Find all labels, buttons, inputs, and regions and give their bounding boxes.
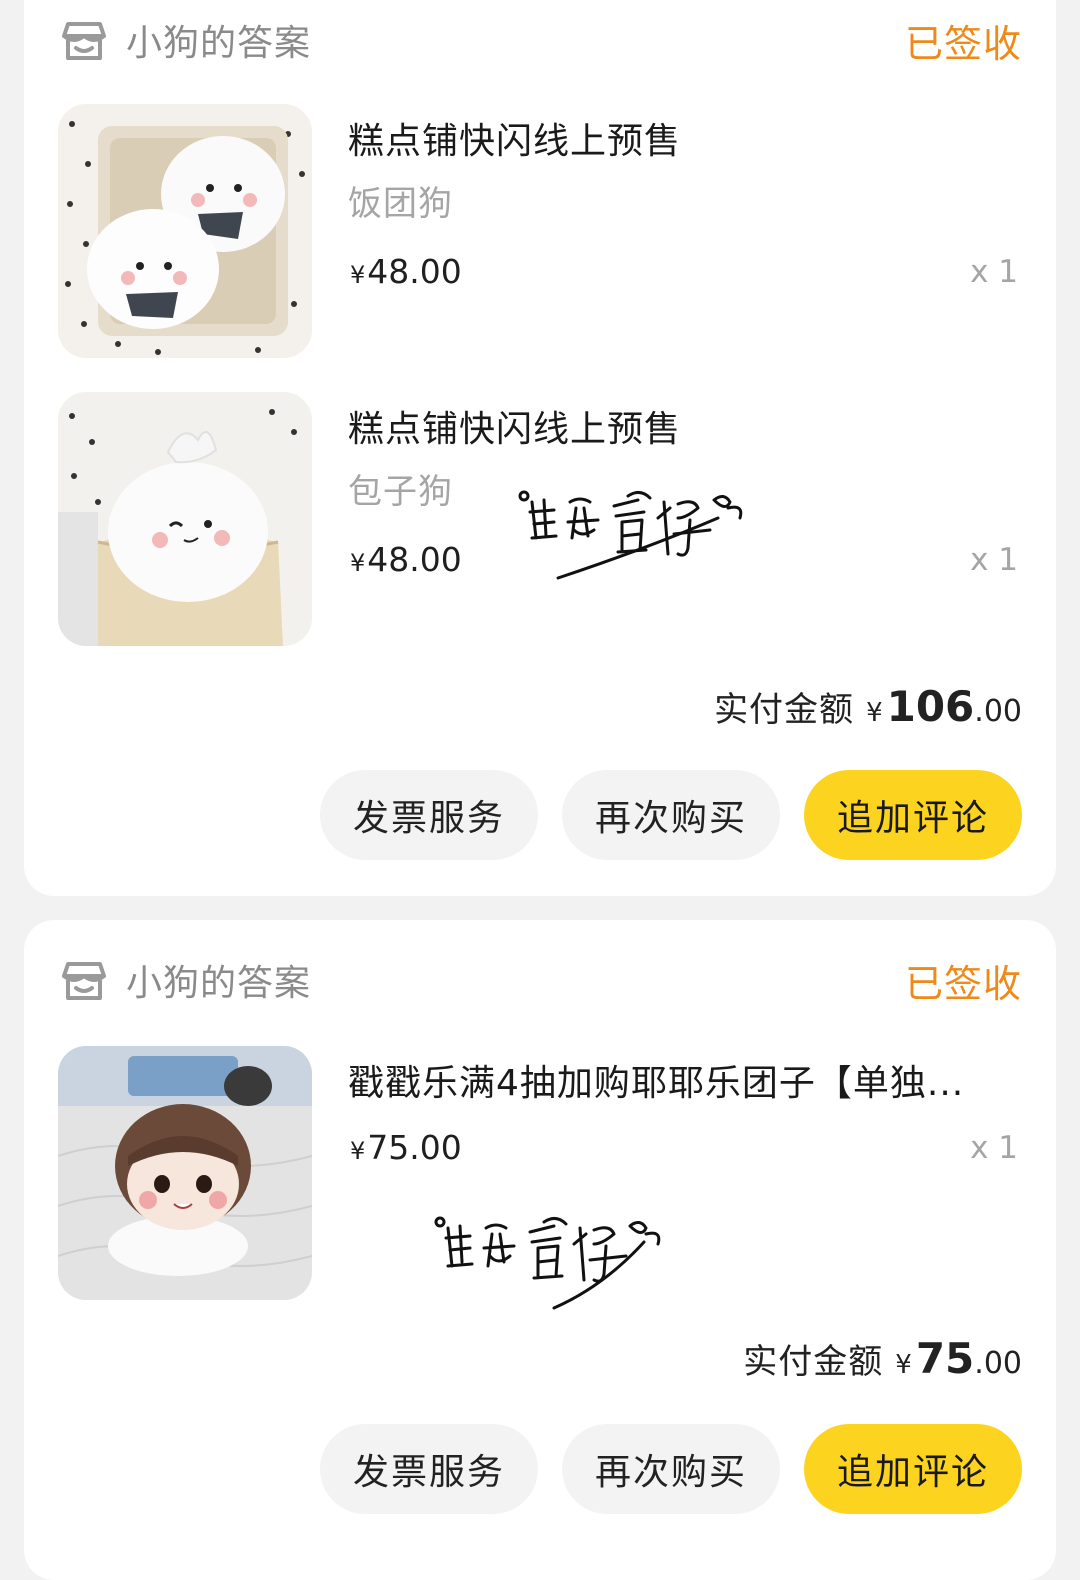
item-variant: 包子狗 — [348, 472, 453, 512]
add-review-button[interactable]: 追加评论 — [804, 770, 1022, 860]
invoice-service-button[interactable]: 发票服务 — [320, 1424, 538, 1514]
shop-icon — [60, 956, 108, 1004]
buy-again-button[interactable]: 再次购买 — [562, 770, 780, 860]
total-amount-decimal: .00 — [974, 1346, 1022, 1381]
order-total: 实付金额 ¥ 75 .00 — [743, 1334, 1022, 1383]
item-quantity: x 1 — [970, 1130, 1018, 1166]
price-value: 75.00 — [367, 1128, 462, 1167]
shop-header[interactable]: 小狗的答案 已签收 — [60, 950, 1022, 1010]
order-card[interactable]: 小狗的答案 已签收 — [24, 920, 1056, 1580]
buy-again-button[interactable]: 再次购买 — [562, 1424, 780, 1514]
price-value: 48.00 — [367, 540, 462, 579]
item-title[interactable]: 戳戳乐满4抽加购耶耶乐团子【单独... — [348, 1054, 1002, 1106]
currency-symbol: ¥ — [350, 1137, 366, 1165]
rice-ball-plush-photo[interactable] — [58, 104, 312, 358]
shop-header[interactable]: 小狗的答案 已签收 — [60, 10, 1022, 70]
item-price: ¥48.00 — [350, 252, 462, 291]
add-review-button[interactable]: 追加评论 — [804, 1424, 1022, 1514]
item-quantity: x 1 — [970, 254, 1018, 290]
item-price: ¥75.00 — [350, 1128, 462, 1167]
shop-icon — [60, 16, 108, 64]
shop-name[interactable]: 小狗的答案 — [126, 954, 311, 1006]
order-status: 已签收 — [904, 21, 1022, 66]
order-item[interactable]: 糕点铺快闪线上预售 包子狗 ¥48.00 x 1 — [58, 392, 1022, 646]
total-amount-integer: 106 — [886, 682, 975, 731]
price-value: 48.00 — [367, 252, 462, 291]
total-amount-decimal: .00 — [974, 694, 1022, 729]
order-actions: 发票服务 再次购买 追加评论 — [320, 1424, 1022, 1514]
order-card[interactable]: 小狗的答案 已签收 — [24, 0, 1056, 896]
steamed-bun-plush-photo[interactable] — [58, 392, 312, 646]
item-title[interactable]: 糕点铺快闪线上预售 — [348, 112, 1002, 164]
order-actions: 发票服务 再次购买 追加评论 — [320, 770, 1022, 860]
invoice-service-button[interactable]: 发票服务 — [320, 770, 538, 860]
item-variant: 饭团狗 — [348, 184, 453, 224]
order-total: 实付金额 ¥ 106 .00 — [714, 682, 1022, 731]
order-item[interactable]: 戳戳乐满4抽加购耶耶乐团子【单独... ¥75.00 x 1 — [58, 1046, 1022, 1300]
total-amount-integer: 75 — [915, 1334, 975, 1383]
currency-symbol: ¥ — [350, 549, 366, 577]
currency-symbol: ¥ — [350, 261, 366, 289]
item-price: ¥48.00 — [350, 540, 462, 579]
order-item[interactable]: 糕点铺快闪线上预售 饭团狗 ¥48.00 x 1 — [58, 104, 1022, 358]
item-title[interactable]: 糕点铺快闪线上预售 — [348, 400, 1002, 452]
total-label: 实付金额 — [714, 690, 855, 730]
doll-plush-photo[interactable] — [58, 1046, 312, 1300]
currency-symbol: ¥ — [866, 698, 883, 728]
shop-name[interactable]: 小狗的答案 — [126, 14, 311, 66]
order-status: 已签收 — [904, 961, 1022, 1006]
currency-symbol: ¥ — [895, 1350, 912, 1380]
item-quantity: x 1 — [970, 542, 1018, 578]
total-label: 实付金额 — [743, 1342, 884, 1382]
